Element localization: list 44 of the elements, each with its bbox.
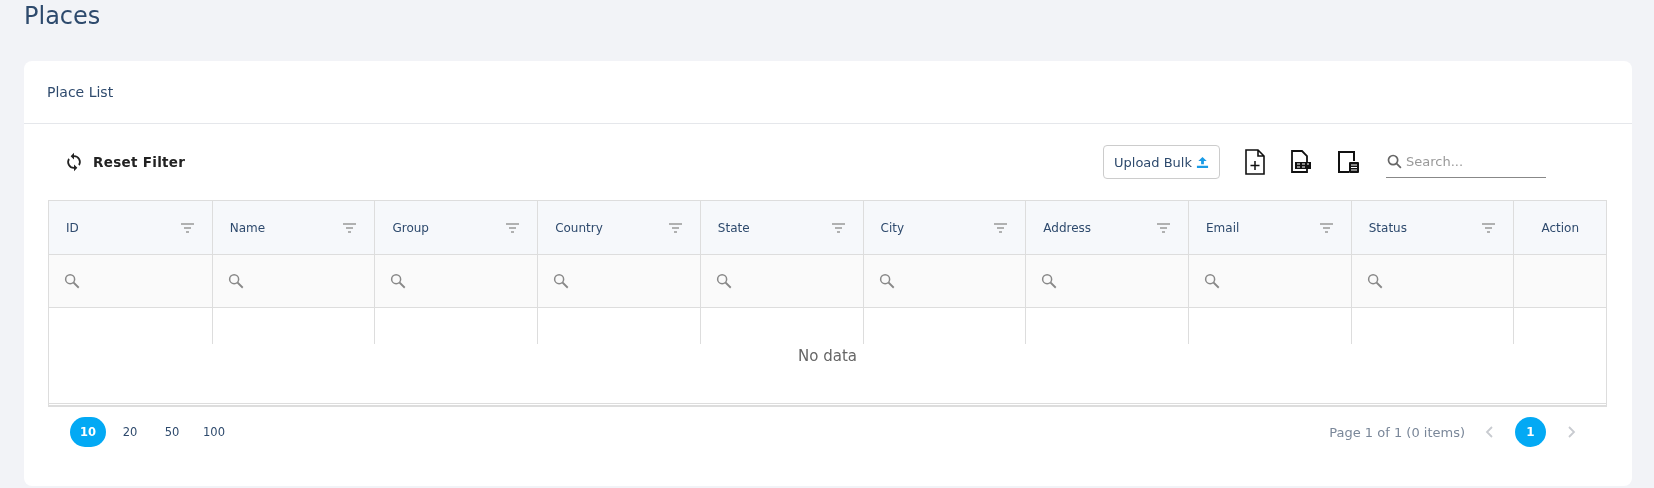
page-size-option[interactable]: 100 [196,417,232,447]
upload-icon [1196,155,1209,169]
filter-icon[interactable] [1319,222,1333,233]
page-size-option[interactable]: 20 [112,417,148,447]
column-header: Group [392,220,429,235]
search-icon[interactable] [1040,272,1059,290]
column-header: City [880,220,905,235]
column-header: Country [555,220,603,235]
filter-icon[interactable] [831,222,845,233]
search-icon[interactable] [63,272,81,290]
card-title: Place List [47,84,114,100]
filter-icon[interactable] [1482,222,1496,233]
filter-icon[interactable] [1157,222,1170,233]
filter-icon[interactable] [180,222,194,233]
reset-filter-button[interactable]: Reset Filter [64,152,186,172]
page-info: Page 1 of 1 (0 items) [1329,424,1465,440]
filter-icon[interactable] [994,222,1008,233]
search-field[interactable]: Search... [1403,147,1546,176]
search-icon[interactable] [389,272,408,290]
document-list-icon[interactable] [1336,150,1360,174]
filter-icon[interactable] [343,222,357,233]
search-icon[interactable] [552,272,571,290]
search-icon[interactable] [714,272,733,290]
search-icon[interactable] [226,272,245,290]
page-size-option[interactable]: 50 [154,417,190,447]
column-header: Email [1206,220,1240,235]
search-icon[interactable] [1365,272,1384,290]
column-header: Name [229,220,266,235]
spreadsheet-export-icon[interactable] [1290,150,1312,174]
column-header: ID [66,220,79,235]
search-icon [1386,153,1403,170]
refresh-icon [64,152,84,172]
search-icon[interactable] [1203,272,1221,290]
empty-message: No data [798,347,857,365]
column-header: State [717,220,750,235]
filter-icon[interactable] [506,222,520,233]
add-file-icon[interactable] [1244,149,1266,175]
column-header: Action [1541,220,1579,235]
filter-icon[interactable] [668,222,682,233]
column-header: Status [1368,220,1407,235]
upload-bulk-button[interactable]: Upload Bulk [1103,145,1220,179]
page-title: Places [24,1,102,32]
search-icon[interactable] [877,272,896,290]
column-header: Address [1043,220,1092,235]
